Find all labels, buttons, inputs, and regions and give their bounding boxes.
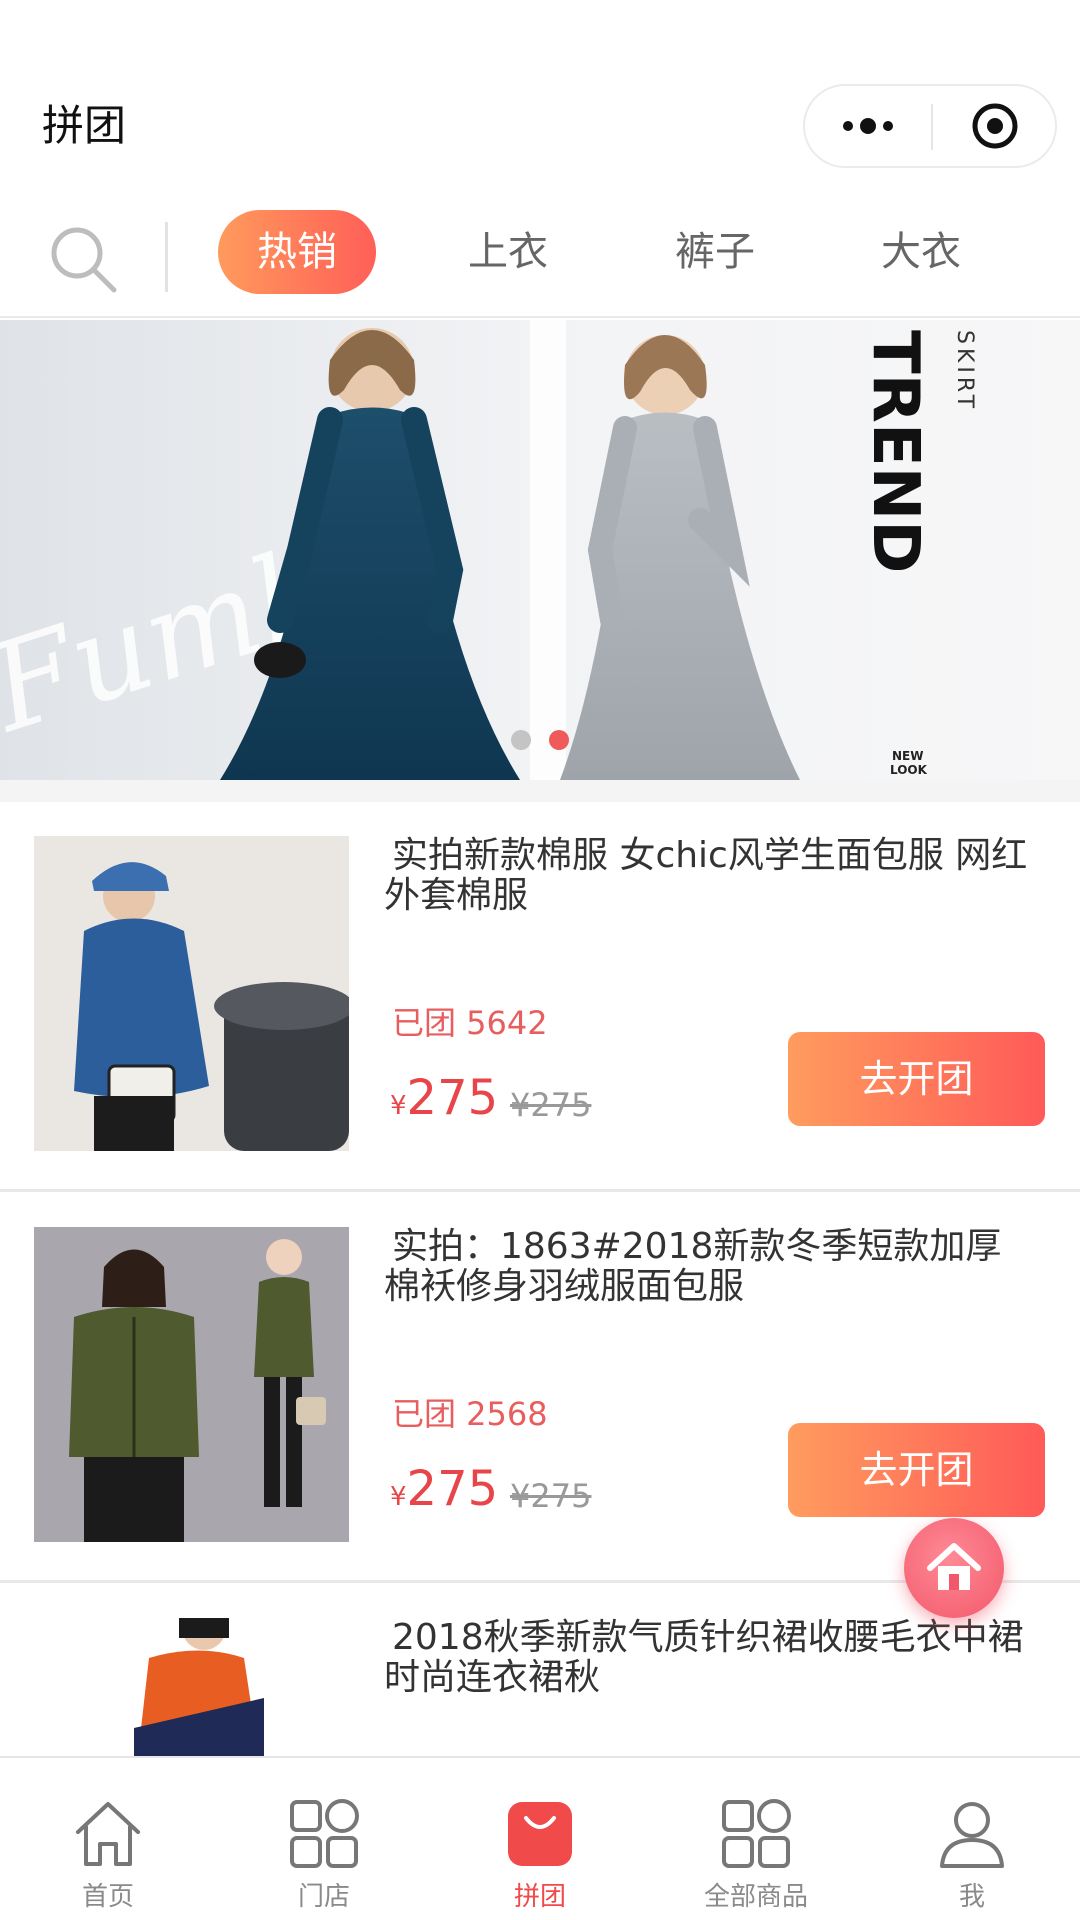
price-value: 275 (406, 1070, 499, 1126)
nav-label: 首页 (81, 1882, 134, 1912)
all-products-grid-icon (722, 1799, 791, 1868)
banner-look-text: LOOK (890, 763, 928, 777)
nav-me[interactable]: 我 (864, 1758, 1080, 1920)
mini-program-capsule (803, 84, 1057, 168)
shopping-bag-icon (508, 1802, 572, 1866)
product-title[interactable]: 实拍新款棉服 女chic风学生面包服 网红外套棉服 (384, 836, 1034, 916)
banner-image: Fumlg TREND SKIRT NEW LOOK (0, 320, 1080, 780)
promo-banner[interactable]: Fumlg TREND SKIRT NEW LOOK (0, 320, 1080, 780)
product-price: ¥275 (390, 1070, 498, 1126)
product-thumbnail[interactable] (34, 836, 349, 1151)
store-grid-icon (290, 1799, 359, 1868)
more-dots-icon (843, 118, 893, 134)
nav-home[interactable]: 首页 (0, 1758, 216, 1920)
nav-label: 全部商品 (703, 1882, 808, 1912)
original-price: ¥275 (510, 1086, 592, 1124)
product-image (34, 836, 349, 1151)
product-title[interactable]: 实拍：1863#2018新款冬季短款加厚棉袄修身羽绒服面包服 (384, 1227, 1034, 1307)
floating-home-button[interactable] (904, 1518, 1004, 1618)
carousel-dots (0, 730, 1080, 750)
nav-group-buy[interactable]: 拼团 (432, 1758, 648, 1920)
tab-coats[interactable]: 大衣 (842, 210, 1000, 294)
product-item[interactable]: 实拍：1863#2018新款冬季短款加厚棉袄修身羽绒服面包服 已团 2568 ¥… (0, 1193, 1080, 1583)
price-currency: ¥ (390, 1482, 407, 1512)
banner-skirt-text: SKIRT (952, 330, 977, 412)
banner-trend-text: TREND (858, 330, 932, 573)
category-divider (165, 222, 168, 292)
carousel-dot-active[interactable] (549, 730, 569, 750)
start-group-button[interactable]: 去开团 (788, 1423, 1045, 1517)
header: 拼团 (0, 0, 1080, 200)
group-count: 已团 5642 (392, 1004, 548, 1042)
search-icon (51, 227, 117, 293)
category-bar: 热销 上衣 裤子 大衣 (0, 200, 1080, 318)
close-button[interactable] (933, 86, 1057, 166)
nav-label: 拼团 (513, 1882, 566, 1912)
product-title[interactable]: 2018秋季新款气质针织裙收腰毛衣中裙时尚连衣裙秋 (384, 1618, 1034, 1698)
start-group-button[interactable]: 去开团 (788, 1032, 1045, 1126)
home-icon (927, 1543, 981, 1590)
more-button[interactable] (805, 86, 931, 166)
bottom-nav: 首页 门店 拼团 全部商品 我 (0, 1756, 1080, 1920)
tab-hot[interactable]: 热销 (218, 210, 376, 294)
banner-new-text: NEW (892, 749, 923, 763)
tab-tops[interactable]: 上衣 (429, 210, 587, 294)
page-title: 拼团 (42, 101, 127, 150)
tab-pants[interactable]: 裤子 (636, 210, 794, 294)
product-item[interactable]: 实拍新款棉服 女chic风学生面包服 网红外套棉服 已团 5642 ¥275 ¥… (0, 802, 1080, 1192)
original-price: ¥275 (510, 1477, 592, 1515)
section-gap (0, 780, 1080, 802)
nav-all-products[interactable]: 全部商品 (648, 1758, 864, 1920)
product-image (34, 1227, 349, 1542)
price-value: 275 (406, 1461, 499, 1517)
nav-label: 我 (958, 1882, 985, 1912)
nav-store[interactable]: 门店 (216, 1758, 432, 1920)
target-icon (972, 103, 1018, 149)
product-price: ¥275 (390, 1461, 498, 1517)
page: 拼团 热销 上衣 裤子 大衣 Fumlg TREND SKIRT NEW LOO… (0, 0, 1080, 1920)
search-button[interactable] (46, 222, 122, 298)
home-icon (76, 1802, 140, 1866)
nav-label: 门店 (297, 1882, 350, 1912)
product-thumbnail[interactable] (34, 1227, 349, 1542)
carousel-dot[interactable] (511, 730, 531, 750)
user-icon (940, 1802, 1004, 1868)
price-currency: ¥ (390, 1091, 407, 1121)
group-count: 已团 2568 (392, 1395, 548, 1433)
